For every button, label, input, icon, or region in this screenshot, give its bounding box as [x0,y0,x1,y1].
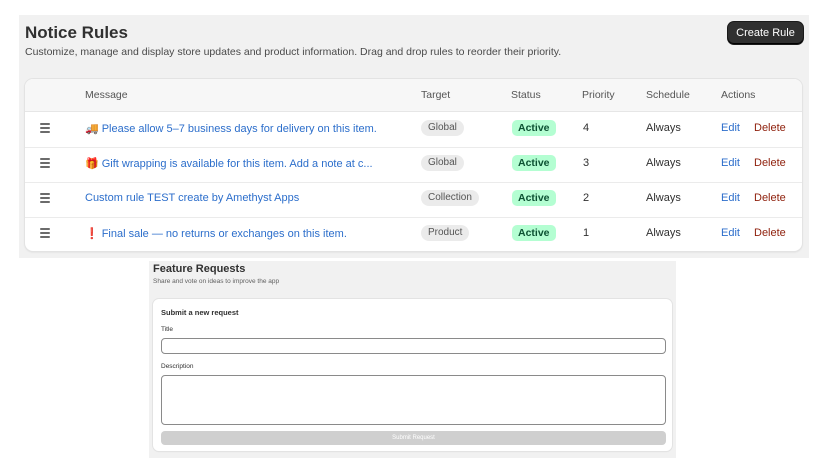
rules-table: Message Target Status Priority Schedule … [25,79,802,251]
table-row[interactable]: 🚚 Please allow 5–7 business days for deli… [25,112,802,148]
priority-value: 1 [583,227,590,239]
table-row[interactable]: ❗ Final sale — no returns or exchanges on… [25,217,802,251]
drag-handle-icon[interactable] [40,193,50,203]
exclamation-icon: ❗ [85,228,99,240]
edit-button[interactable]: Edit [721,192,740,204]
schedule-value: Always [646,157,681,169]
page-title: Notice Rules [25,23,128,42]
rule-message-link[interactable]: 🎁 Gift wrapping is available for this ite… [85,157,373,170]
status-badge: Active [512,155,556,171]
gift-icon: 🎁 [85,158,99,170]
rule-message-link[interactable]: ❗ Final sale — no returns or exchanges on… [85,227,347,240]
target-badge: Global [421,120,464,136]
drag-handle-icon[interactable] [40,228,50,238]
submit-request-button[interactable]: Submit Request [161,431,666,445]
rule-message-link[interactable]: 🚚 Please allow 5–7 business days for deli… [85,122,377,135]
status-badge: Active [512,120,556,136]
description-label: Description [161,363,194,370]
column-header-schedule: Schedule [646,89,690,101]
priority-value: 4 [583,122,590,134]
drag-handle-icon[interactable] [40,123,50,133]
column-header-message: Message [85,89,128,101]
schedule-value: Always [646,122,681,134]
schedule-value: Always [646,227,681,239]
edit-button[interactable]: Edit [721,227,740,239]
delete-button[interactable]: Delete [754,192,786,204]
column-header-priority: Priority [582,89,615,101]
rule-message-text: Final sale — no returns or exchanges on … [101,228,347,240]
feature-requests-panel: Feature Requests Share and vote on ideas… [149,261,676,458]
title-label: Title [161,326,174,333]
priority-value: 3 [583,157,590,169]
edit-button[interactable]: Edit [721,122,740,134]
page-subtitle: Customize, manage and display store upda… [25,46,562,58]
request-form: Submit a new request Title Description S… [153,299,672,451]
drag-handle-icon[interactable] [40,158,50,168]
table-header: Message Target Status Priority Schedule … [25,79,802,112]
delete-button[interactable]: Delete [754,157,786,169]
rule-message-link[interactable]: Custom rule TEST create by Amethyst Apps [85,192,299,204]
status-badge: Active [512,225,556,241]
delete-button[interactable]: Delete [754,122,786,134]
status-badge: Active [512,190,556,206]
target-badge: Global [421,155,464,171]
delete-button[interactable]: Delete [754,227,786,239]
description-input[interactable] [161,375,666,425]
table-row[interactable]: 🎁 Gift wrapping is available for this ite… [25,147,802,183]
title-input[interactable] [161,338,666,354]
target-badge: Product [421,225,470,241]
target-badge: Collection [421,190,479,206]
delivery-truck-icon: 🚚 [85,123,99,135]
column-header-actions: Actions [721,89,756,101]
rule-message-text: Gift wrapping is available for this item… [101,158,373,170]
rule-message-text: Please allow 5–7 business days for deliv… [101,123,377,135]
feature-requests-subtitle: Share and vote on ideas to improve the a… [153,278,280,285]
column-header-target: Target [421,89,451,101]
edit-button[interactable]: Edit [721,157,740,169]
table-row[interactable]: Custom rule TEST create by Amethyst Apps… [25,182,802,218]
priority-value: 2 [583,192,590,204]
feature-requests-title: Feature Requests [153,263,246,275]
notice-rules-panel: Notice Rules Customize, manage and displ… [19,15,809,258]
create-rule-button[interactable]: Create Rule [728,22,803,44]
rule-message-text: Custom rule TEST create by Amethyst Apps [85,192,300,204]
schedule-value: Always [646,192,681,204]
form-heading: Submit a new request [161,308,239,317]
column-header-status: Status [511,89,541,101]
